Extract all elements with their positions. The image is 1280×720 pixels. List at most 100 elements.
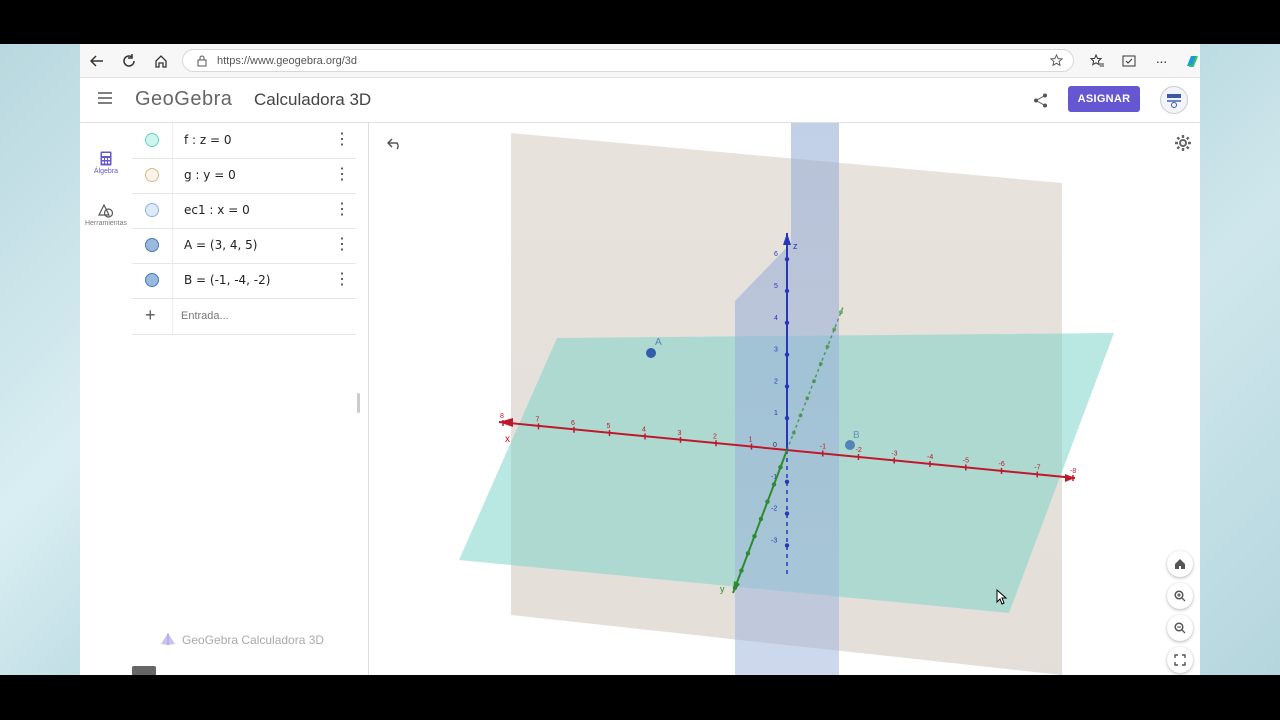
algebra-row[interactable]: f : z = 0 ⋮ (132, 123, 356, 159)
more-options-button[interactable]: ⋮ (334, 270, 350, 290)
address-bar[interactable]: https://www.geogebra.org/3d (182, 49, 1074, 72)
row-divider (172, 299, 173, 334)
row-divider (172, 193, 173, 228)
x-tick-label: 4 (642, 427, 646, 434)
visibility-toggle[interactable] (145, 273, 159, 287)
home-button[interactable] (150, 50, 172, 72)
institution-logo-icon (1167, 94, 1181, 108)
input-bar-placeholder[interactable]: Entrada... (181, 310, 229, 322)
visibility-toggle[interactable] (145, 238, 159, 252)
z-tick (784, 320, 790, 325)
resize-handle[interactable] (357, 393, 360, 413)
share-icon[interactable] (1033, 93, 1048, 108)
x-tick-label: -3 (891, 451, 897, 458)
copilot-button[interactable] (1181, 50, 1200, 72)
geogebra-3d-icon (161, 633, 175, 645)
brand-footer-text: GeoGebra Calculadora 3D (182, 633, 325, 647)
z-tick-label: 1 (774, 410, 778, 417)
point-b (845, 440, 855, 450)
scene-3d[interactable]: x8 7 6 5 4 3 2 1-1 -2 -3 -4 -5 -6 -7 -8z654321-1-2-30y… (369, 123, 1200, 675)
z-tick (784, 257, 790, 262)
vertical-ellipsis-icon: ⋮ (334, 131, 350, 148)
browser-window: https://www.geogebra.org/3d ··· GeoGebra… (80, 44, 1200, 675)
z-tick-label: 5 (774, 283, 778, 290)
x-tick-label: 7 (536, 416, 540, 423)
z-tick-label: 3 (774, 347, 778, 354)
url-path: /3d (341, 54, 358, 67)
more-options-button[interactable]: ⋮ (334, 235, 350, 255)
collections-button[interactable] (1118, 50, 1140, 72)
x-tick-label: -8 (1070, 468, 1076, 475)
point-b-label: B (853, 430, 860, 441)
fullscreen-button[interactable] (1167, 647, 1193, 673)
row-divider (172, 158, 173, 193)
browser-toolbar: https://www.geogebra.org/3d ··· (80, 44, 1200, 78)
algebra-row[interactable]: g : y = 0 ⋮ (132, 158, 356, 194)
back-button[interactable] (86, 50, 108, 72)
y-tick (811, 379, 816, 384)
input-row[interactable]: + Entrada... (132, 299, 356, 335)
x-tick-label: 8 (500, 413, 504, 420)
vertical-ellipsis-icon: ⋮ (334, 236, 350, 253)
home-view-button[interactable] (1167, 551, 1193, 577)
graphics-3d-view[interactable]: x 8 7 6 5 4 3 2 1 -1 -2 -3 -4 -5 -6 -7 -8 z 6 5 4 3 2 1 -1 -2 -3 0 y… (369, 123, 1200, 675)
z-tick (784, 511, 790, 516)
y-tick (825, 344, 830, 349)
user-avatar[interactable] (1160, 86, 1188, 114)
x-tick-label: 2 (713, 433, 717, 440)
more-menu-button[interactable]: ··· (1150, 50, 1172, 72)
mouse-cursor-icon (996, 589, 1008, 605)
visibility-toggle[interactable] (145, 203, 159, 217)
algebra-row[interactable]: A = (3, 4, 5) ⋮ (132, 228, 356, 264)
keyboard-icon[interactable] (132, 666, 156, 675)
z-tick-label: 2 (774, 378, 778, 385)
y-axis-label: y (720, 584, 725, 594)
plus-icon[interactable]: + (145, 305, 156, 326)
y-tick (732, 585, 738, 591)
y-tick (805, 396, 810, 401)
algebra-expression[interactable]: f : z = 0 (184, 133, 232, 147)
y-tick (758, 516, 764, 522)
star-icon[interactable] (1050, 54, 1063, 67)
sidebar-item-algebra[interactable]: Álgebra (80, 151, 132, 175)
x-tick-label: 6 (571, 420, 575, 427)
view-sidebar: Álgebra Herramientas (80, 123, 133, 675)
x-tick-label: -2 (856, 447, 862, 454)
y-tick (832, 327, 837, 332)
row-divider (172, 228, 173, 263)
algebra-expression[interactable]: g : y = 0 (184, 168, 236, 182)
x-tick-label: -7 (1034, 465, 1040, 472)
visibility-toggle[interactable] (145, 168, 159, 182)
more-options-button[interactable]: ⋮ (334, 165, 350, 185)
y-tick (838, 310, 843, 315)
sidebar-item-tools[interactable]: Herramientas (80, 203, 132, 227)
undo-button[interactable] (386, 137, 403, 155)
algebra-row[interactable]: B = (-1, -4, -2) ⋮ (132, 263, 356, 299)
assign-button[interactable]: ASIGNAR (1068, 86, 1140, 112)
algebra-expression[interactable]: ec1 : x = 0 (184, 203, 250, 217)
y-tick (791, 430, 796, 435)
algebra-expression[interactable]: B = (-1, -4, -2) (184, 273, 270, 287)
y-tick (765, 499, 770, 504)
y-tick (818, 361, 823, 366)
reload-button[interactable] (118, 50, 140, 72)
z-tick-label: -2 (771, 506, 777, 513)
favorites-button[interactable] (1086, 50, 1108, 72)
visibility-toggle[interactable] (145, 133, 159, 147)
y-tick (778, 465, 783, 470)
z-tick (784, 543, 790, 548)
favorites-icon (1090, 54, 1104, 67)
point-a (646, 348, 656, 358)
settings-button[interactable] (1175, 135, 1191, 156)
algebra-expression[interactable]: A = (3, 4, 5) (184, 238, 257, 252)
more-options-button[interactable]: ⋮ (334, 200, 350, 220)
sidebar-item-label: Álgebra (93, 168, 119, 175)
hamburger-menu-icon[interactable] (98, 92, 112, 104)
x-tick-label: -1 (820, 444, 826, 451)
geogebra-logo[interactable]: GeoGebra (135, 88, 232, 111)
algebra-row[interactable]: ec1 : x = 0 ⋮ (132, 193, 356, 229)
more-options-button[interactable]: ⋮ (334, 130, 350, 150)
x-tick-label: 5 (607, 423, 611, 430)
zoom-in-button[interactable] (1167, 583, 1193, 609)
zoom-out-button[interactable] (1167, 615, 1193, 641)
